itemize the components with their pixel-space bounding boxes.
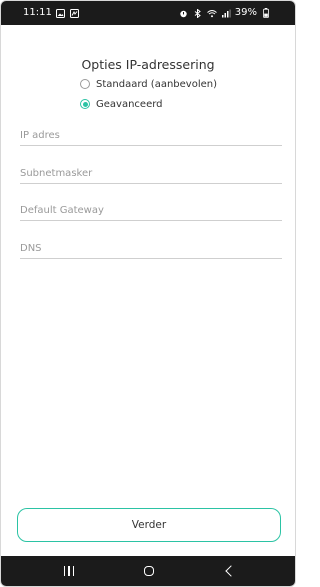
- ip-address-input[interactable]: [20, 125, 282, 146]
- home-icon: [144, 566, 154, 576]
- radio-option-standard[interactable]: Standaard (aanbevolen): [80, 76, 217, 92]
- battery-percentage: 39%: [234, 7, 257, 18]
- dns-field[interactable]: [20, 236, 282, 259]
- status-bar: 11:11 39%: [1, 1, 295, 25]
- subnet-mask-input[interactable]: [20, 163, 282, 184]
- gallery-icon: [56, 8, 66, 18]
- home-button[interactable]: [129, 556, 169, 586]
- default-gateway-field[interactable]: [20, 198, 282, 221]
- dns-input[interactable]: [20, 238, 282, 259]
- bluetooth-icon: [193, 8, 203, 18]
- subnet-mask-field[interactable]: [20, 161, 282, 184]
- status-time: 11:11: [23, 7, 52, 18]
- radio-option-advanced[interactable]: Geavanceerd: [80, 96, 163, 112]
- next-button[interactable]: Verder: [17, 508, 281, 542]
- radio-standard-label: Standaard (aanbevolen): [96, 78, 218, 90]
- app-screen: 11:11 39% Opties IP-adressering Standaar…: [0, 0, 296, 587]
- missed-call-icon: [70, 8, 80, 18]
- ip-address-field[interactable]: [20, 123, 282, 146]
- default-gateway-input[interactable]: [20, 200, 282, 221]
- page-title: Opties IP-adressering: [81, 57, 215, 72]
- wifi-icon: [206, 8, 217, 18]
- radio-standard[interactable]: [80, 79, 90, 89]
- signal-icon: [221, 8, 231, 18]
- radio-advanced-label: Geavanceerd: [96, 98, 163, 110]
- status-left: 11:11: [23, 1, 80, 25]
- recents-button[interactable]: [49, 556, 89, 586]
- radio-advanced[interactable]: [80, 99, 90, 109]
- back-button[interactable]: [209, 556, 249, 586]
- back-icon: [224, 565, 237, 577]
- battery-icon: [261, 8, 271, 18]
- navigation-bar: [1, 556, 295, 586]
- alarm-icon: [179, 8, 189, 18]
- status-right: 39%: [179, 1, 271, 25]
- recents-icon: [63, 566, 75, 576]
